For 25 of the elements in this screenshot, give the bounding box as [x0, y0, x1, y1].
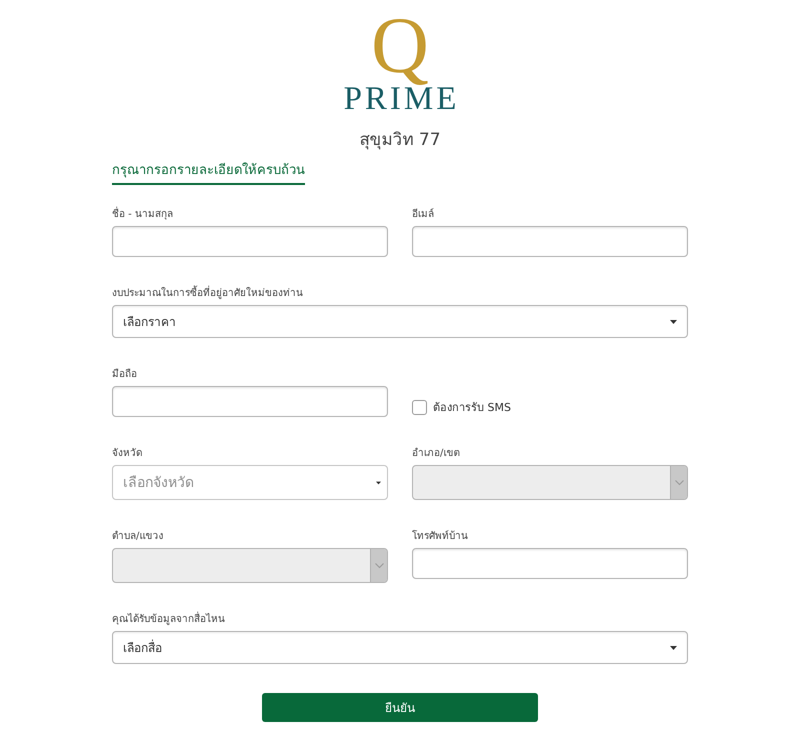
text-field[interactable] [112, 226, 388, 257]
text-field[interactable] [112, 386, 388, 417]
caret-icon [670, 320, 677, 324]
field-label: ชื่อ - นามสกุล [112, 208, 173, 222]
field-label: อำเภอ/เขต [412, 447, 460, 461]
logo-letter: Q [371, 11, 429, 87]
dropdown[interactable]: เลือกสื่อ [112, 631, 688, 664]
checkbox[interactable] [412, 400, 427, 415]
field-label: ตำบล/แขวง [112, 530, 164, 544]
form-heading: กรุณากรอกรายละเอียดให้ครบถ้วน [112, 161, 305, 185]
checkbox-label: ต้องการรับ SMS [433, 400, 511, 414]
field-label: มือถือ [112, 368, 137, 382]
text-field[interactable] [412, 226, 688, 257]
submit-button[interactable]: ยืนยัน [262, 693, 538, 722]
field-label: คุณได้รับข้อมูลจากสื่อไหน [112, 613, 225, 627]
text-field[interactable] [412, 548, 688, 579]
caret-icon [670, 646, 677, 650]
field-label: อีเมล์ [412, 208, 434, 222]
project-name: สุขุมวิท 77 [359, 129, 441, 151]
field-label: โทรศัพท์บ้าน [412, 530, 468, 544]
field-label: จังหวัด [112, 447, 142, 461]
field-label: งบประมาณในการซื้อที่อยู่อาศัยใหม่ของท่าน [112, 287, 303, 301]
dropdown[interactable]: เลือกราคา [112, 305, 688, 338]
caret-icon [376, 480, 381, 484]
logo-wordmark: PRIME [342, 87, 460, 111]
